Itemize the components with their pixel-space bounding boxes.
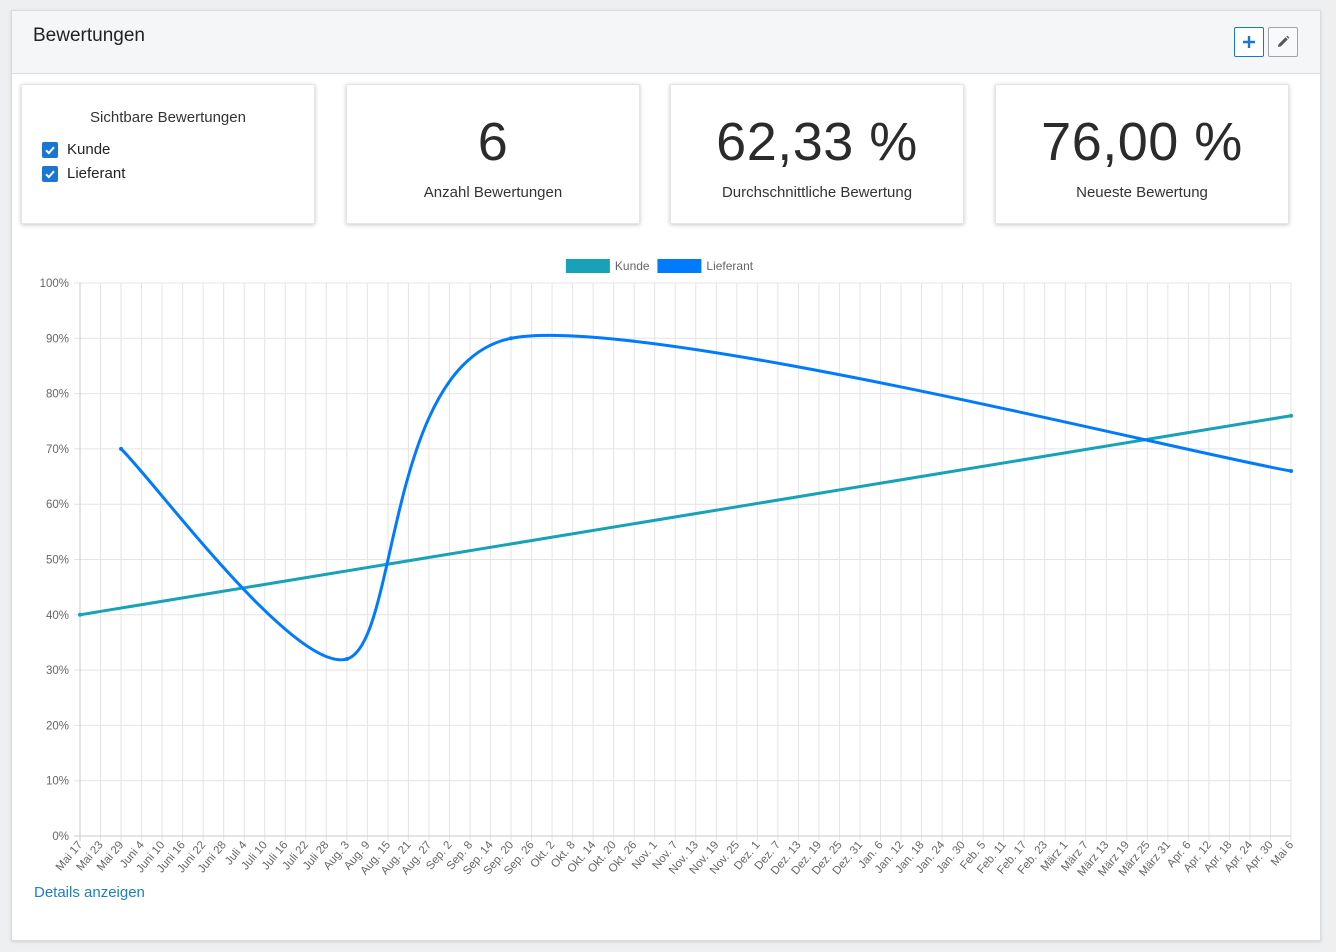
data-point-lieferant [509,336,514,341]
data-point-kunde [1289,413,1293,418]
y-tick-label: 60% [46,499,69,511]
data-point-lieferant [119,446,124,451]
details-link[interactable]: Details anzeigen [34,884,145,901]
y-tick-label: 40% [46,610,69,622]
y-tick-label: 20% [46,720,69,732]
legend-label-lieferant: Lieferant [706,259,753,273]
data-point-kunde [78,612,82,617]
series-line-lieferant [120,333,1292,662]
y-tick-label: 0% [52,831,69,843]
legend-swatch-kunde [565,259,610,273]
y-tick-label: 70% [46,444,69,456]
data-point-lieferant [1289,469,1293,474]
ratings-chart: 0%10%20%30%40%50%60%70%80%90%100%Mai 17M… [40,259,1296,879]
x-tick-label: Mai 6 [1269,839,1296,868]
y-tick-label: 90% [46,333,69,345]
y-tick-label: 10% [46,776,69,788]
y-tick-label: 100% [40,278,69,290]
y-tick-label: 50% [46,555,69,567]
legend-label-kunde: Kunde [615,259,650,273]
y-tick-label: 80% [46,389,69,401]
y-tick-label: 30% [46,665,69,677]
data-point-lieferant [344,657,349,662]
series-line-kunde [79,414,1292,617]
legend-swatch-lieferant [657,259,702,273]
